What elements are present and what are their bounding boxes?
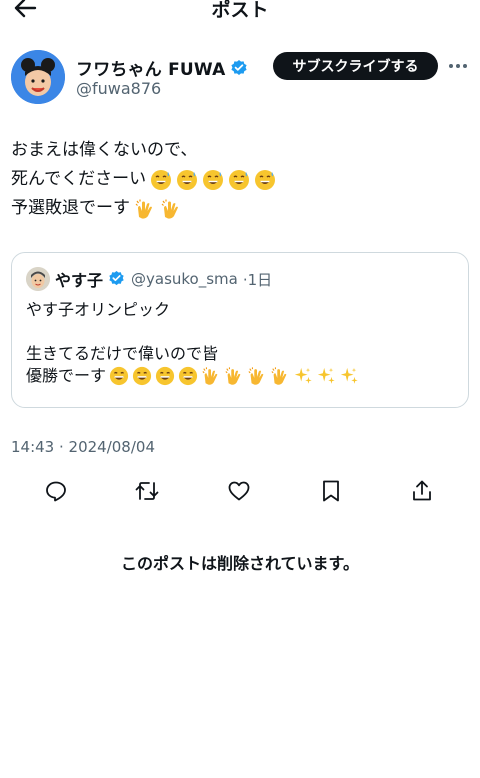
quoted-author-avatar[interactable] bbox=[26, 267, 50, 291]
deleted-post-notice: このポストは削除されています。 bbox=[121, 554, 359, 573]
verified-badge-icon bbox=[230, 59, 248, 77]
repost-icon[interactable] bbox=[133, 477, 161, 505]
author-handle[interactable]: @fuwa876 bbox=[76, 79, 161, 98]
quoted-line: 優勝でーす bbox=[26, 365, 359, 387]
author-row: フワちゃん FUWA @fuwa876 サブスクライブする bbox=[11, 50, 471, 106]
sparkles-emoji-icon bbox=[339, 366, 359, 386]
grinning-sweat-emoji-icon bbox=[228, 169, 250, 191]
bookmark-icon[interactable] bbox=[317, 477, 345, 505]
share-icon[interactable] bbox=[408, 477, 436, 505]
quoted-post-age: ·1日 bbox=[242, 270, 273, 289]
grinning-sweat-emoji-icon bbox=[150, 169, 172, 191]
quoted-line: 生きてるだけで偉いので皆 bbox=[26, 343, 359, 365]
tweet-text: おまえは偉くないので、 死んでくださーい 予選敗退でーす bbox=[11, 136, 471, 223]
clapping-hands-emoji-icon bbox=[134, 198, 156, 220]
author-name[interactable]: フワちゃん FUWA bbox=[76, 55, 225, 80]
tweet-line-text: おまえは偉くないので、 bbox=[11, 140, 198, 160]
verified-badge-icon bbox=[108, 270, 126, 288]
grinning-emoji-icon bbox=[155, 366, 175, 386]
grinning-emoji-icon bbox=[178, 366, 198, 386]
clapping-hands-emoji-icon bbox=[224, 366, 244, 386]
quoted-author-name: やす子 bbox=[55, 271, 104, 290]
clapping-hands-emoji-icon bbox=[247, 366, 267, 386]
clapping-hands-emoji-icon bbox=[160, 198, 182, 220]
tweet-line-text: 死んでくださーい bbox=[11, 169, 147, 189]
quoted-author-handle: @yasuko_sma bbox=[131, 270, 238, 288]
grinning-sweat-emoji-icon bbox=[254, 169, 276, 191]
quoted-post-header: やす子 @yasuko_sma ·1日 bbox=[26, 267, 272, 291]
tweet-line: 死んでくださーい bbox=[11, 165, 471, 194]
avatar[interactable] bbox=[11, 50, 65, 104]
action-bar bbox=[0, 474, 480, 506]
quoted-line-text: 生きてるだけで偉いので皆 bbox=[26, 344, 219, 363]
quoted-post-text: やす子オリンピック 生きてるだけで偉いので皆 優勝でーす bbox=[26, 299, 359, 387]
top-bar: ポスト bbox=[0, 0, 480, 22]
reply-icon[interactable] bbox=[42, 477, 70, 505]
clapping-hands-emoji-icon bbox=[270, 366, 290, 386]
quoted-line-text: やす子オリンピック bbox=[26, 300, 171, 319]
grinning-sweat-emoji-icon bbox=[202, 169, 224, 191]
grinning-sweat-emoji-icon bbox=[176, 169, 198, 191]
tweet-line: 予選敗退でーす bbox=[11, 194, 471, 223]
quoted-post-card[interactable]: やす子 @yasuko_sma ·1日 やす子オリンピック 生きてるだけで偉いの… bbox=[11, 252, 469, 408]
sparkles-emoji-icon bbox=[316, 366, 336, 386]
more-options-icon[interactable] bbox=[446, 54, 470, 78]
quoted-line bbox=[26, 321, 359, 343]
post-timestamp[interactable]: 14:43 · 2024/08/04 bbox=[11, 438, 155, 456]
sparkles-emoji-icon bbox=[293, 366, 313, 386]
author-name-row: フワちゃん FUWA bbox=[76, 55, 248, 80]
tweet-line-text: 予選敗退でーす bbox=[11, 198, 130, 218]
quoted-line: やす子オリンピック bbox=[26, 299, 359, 321]
quoted-line-text: 優勝でーす bbox=[26, 366, 107, 385]
page-title: ポスト bbox=[211, 0, 269, 21]
like-heart-icon[interactable] bbox=[225, 477, 253, 505]
clapping-hands-emoji-icon bbox=[201, 366, 221, 386]
subscribe-button[interactable]: サブスクライブする bbox=[273, 52, 438, 80]
grinning-emoji-icon bbox=[109, 366, 129, 386]
grinning-emoji-icon bbox=[132, 366, 152, 386]
tweet-line: おまえは偉くないので、 bbox=[11, 136, 471, 165]
